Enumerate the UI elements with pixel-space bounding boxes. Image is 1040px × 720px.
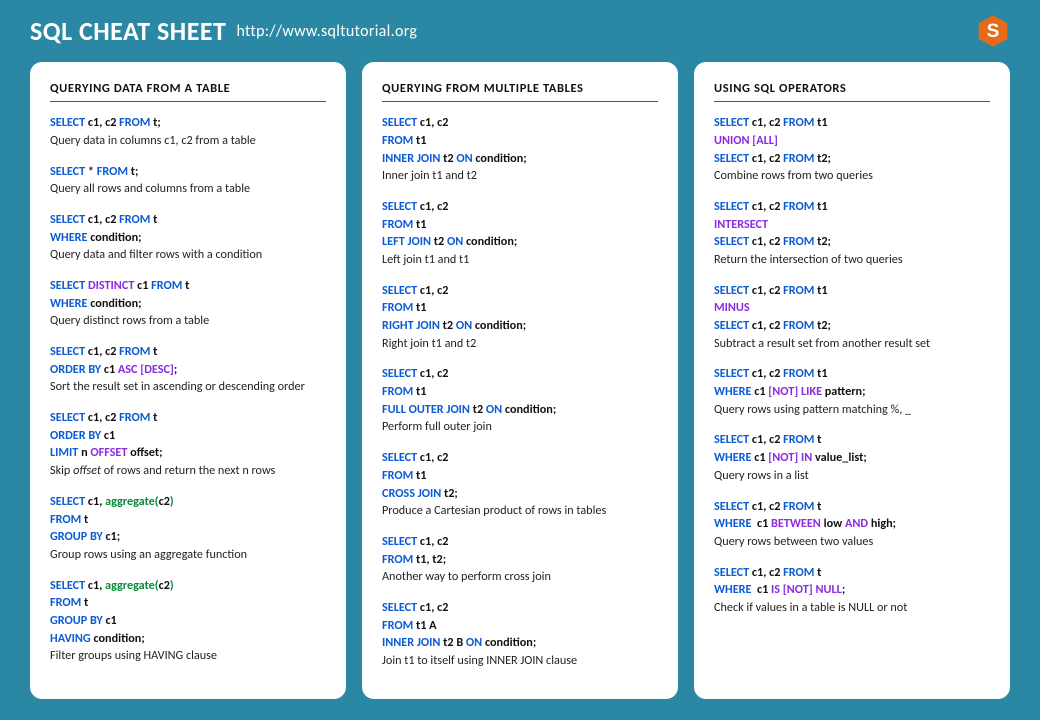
sql-description: Right join t1 and t2 [382,335,658,353]
sql-code: SELECT c1, aggregate(c2)FROM tGROUP BY c… [50,493,326,546]
sql-block: SELECT c1, c2 FROM tWHERE condition;Quer… [50,211,326,264]
sql-block: SELECT c1, c2FROM t1 AINNER JOIN t2 B ON… [382,599,658,670]
sql-block: SELECT c1, c2 FROM tORDER BY c1 ASC [DES… [50,343,326,396]
sql-code: SELECT c1, c2FROM t1RIGHT JOIN t2 ON con… [382,282,658,335]
sql-block: SELECT c1, c2 FROM tORDER BY c1LIMIT n O… [50,409,326,480]
sql-code: SELECT c1, c2 FROM tWHERE c1 IS [NOT] NU… [714,564,990,599]
sql-code: SELECT c1, c2 FROM tWHERE condition; [50,211,326,246]
sql-description: Subtract a result set from another resul… [714,335,990,353]
column-1: QUERYING DATA FROM A TABLE SELECT c1, c2… [30,62,346,699]
sql-code: SELECT c1, c2 FROM tORDER BY c1LIMIT n O… [50,409,326,462]
sql-block: SELECT c1, c2 FROM t1MINUSSELECT c1, c2 … [714,282,990,353]
sql-description: Inner join t1 and t2 [382,167,658,185]
sql-code: SELECT c1, c2 FROM tWHERE c1 BETWEEN low… [714,498,990,533]
sql-code: SELECT c1, c2 FROM tORDER BY c1 ASC [DES… [50,343,326,378]
sql-description: Query rows in a list [714,467,990,485]
sql-code: SELECT c1, c2 FROM tWHERE c1 [NOT] IN va… [714,431,990,466]
sql-code: SELECT c1, aggregate(c2)FROM tGROUP BY c… [50,577,326,648]
columns-container: QUERYING DATA FROM A TABLE SELECT c1, c2… [0,54,1040,699]
column-body: SELECT c1, c2 FROM t;Query data in colum… [50,114,326,665]
sql-block: SELECT c1, c2 FROM t1WHERE c1 [NOT] LIKE… [714,365,990,418]
sql-block: SELECT c1, aggregate(c2)FROM tGROUP BY c… [50,493,326,564]
sql-code: SELECT c1, c2 FROM t1UNION [ALL]SELECT c… [714,114,990,167]
sql-block: SELECT c1, c2 FROM tWHERE c1 IS [NOT] NU… [714,564,990,617]
sql-code: SELECT * FROM t; [50,163,326,181]
sql-block: SELECT c1, c2 FROM tWHERE c1 BETWEEN low… [714,498,990,551]
sql-block: SELECT c1, c2FROM t1CROSS JOIN t2;Produc… [382,449,658,520]
sql-description: Query rows between two values [714,533,990,551]
sql-description: Return the intersection of two queries [714,251,990,269]
sql-code: SELECT c1, c2FROM t1INNER JOIN t2 ON con… [382,114,658,167]
sql-description: Query data and filter rows with a condit… [50,246,326,264]
sql-description: Skip offset of rows and return the next … [50,462,326,480]
column-body: SELECT c1, c2FROM t1INNER JOIN t2 ON con… [382,114,658,670]
sql-block: SELECT c1, c2 FROM t1UNION [ALL]SELECT c… [714,114,990,185]
sql-block: SELECT c1, c2 FROM tWHERE c1 [NOT] IN va… [714,431,990,484]
sql-description: Query data in columns c1, c2 from a tabl… [50,132,326,150]
column-3: USING SQL OPERATORS SELECT c1, c2 FROM t… [694,62,1010,699]
sql-block: SELECT c1, c2FROM t1FULL OUTER JOIN t2 O… [382,365,658,436]
sql-description: Query distinct rows from a table [50,312,326,330]
column-heading: QUERYING FROM MULTIPLE TABLES [382,80,658,102]
sql-code: SELECT c1, c2FROM t1 AINNER JOIN t2 B ON… [382,599,658,652]
sql-code: SELECT c1, c2FROM t1, t2; [382,533,658,568]
sql-code: SELECT c1, c2 FROM t; [50,114,326,132]
sql-description: Filter groups using HAVING clause [50,647,326,665]
sql-description: Left join t1 and t1 [382,251,658,269]
column-heading: USING SQL OPERATORS [714,80,990,102]
sql-block: SELECT c1, aggregate(c2)FROM tGROUP BY c… [50,577,326,665]
sql-code: SELECT c1, c2FROM t1LEFT JOIN t2 ON cond… [382,198,658,251]
sql-block: SELECT * FROM t;Query all rows and colum… [50,163,326,198]
sql-code: SELECT DISTINCT c1 FROM tWHERE condition… [50,277,326,312]
sql-description: Produce a Cartesian product of rows in t… [382,502,658,520]
sql-block: SELECT c1, c2FROM t1, t2;Another way to … [382,533,658,586]
sql-code: SELECT c1, c2 FROM t1WHERE c1 [NOT] LIKE… [714,365,990,400]
sql-code: SELECT c1, c2 FROM t1INTERSECTSELECT c1,… [714,198,990,251]
column-body: SELECT c1, c2 FROM t1UNION [ALL]SELECT c… [714,114,990,617]
sql-block: SELECT c1, c2FROM t1RIGHT JOIN t2 ON con… [382,282,658,353]
sql-description: Perform full outer join [382,418,658,436]
sql-block: SELECT DISTINCT c1 FROM tWHERE condition… [50,277,326,330]
sql-code: SELECT c1, c2FROM t1CROSS JOIN t2; [382,449,658,502]
sql-description: Another way to perform cross join [382,568,658,586]
svg-text:S: S [987,21,1000,42]
sql-block: SELECT c1, c2 FROM t1INTERSECTSELECT c1,… [714,198,990,269]
sql-description: Query rows using pattern matching %, _ [714,401,990,419]
logo-icon: S [976,14,1010,48]
column-heading: QUERYING DATA FROM A TABLE [50,80,326,102]
sql-description: Sort the result set in ascending or desc… [50,378,326,396]
sql-block: SELECT c1, c2 FROM t;Query data in colum… [50,114,326,149]
sql-description: Join t1 to itself using INNER JOIN claus… [382,652,658,670]
page-title: SQL CHEAT SHEET [30,15,226,47]
sql-description: Query all rows and columns from a table [50,180,326,198]
sql-block: SELECT c1, c2FROM t1LEFT JOIN t2 ON cond… [382,198,658,269]
source-url: http://www.sqltutorial.org [236,22,417,41]
sql-description: Check if values in a table is NULL or no… [714,599,990,617]
sql-code: SELECT c1, c2FROM t1FULL OUTER JOIN t2 O… [382,365,658,418]
sql-description: Group rows using an aggregate function [50,546,326,564]
header: SQL CHEAT SHEET http://www.sqltutorial.o… [0,0,1040,54]
sql-description: Combine rows from two queries [714,167,990,185]
sql-block: SELECT c1, c2FROM t1INNER JOIN t2 ON con… [382,114,658,185]
column-2: QUERYING FROM MULTIPLE TABLES SELECT c1,… [362,62,678,699]
sql-code: SELECT c1, c2 FROM t1MINUSSELECT c1, c2 … [714,282,990,335]
